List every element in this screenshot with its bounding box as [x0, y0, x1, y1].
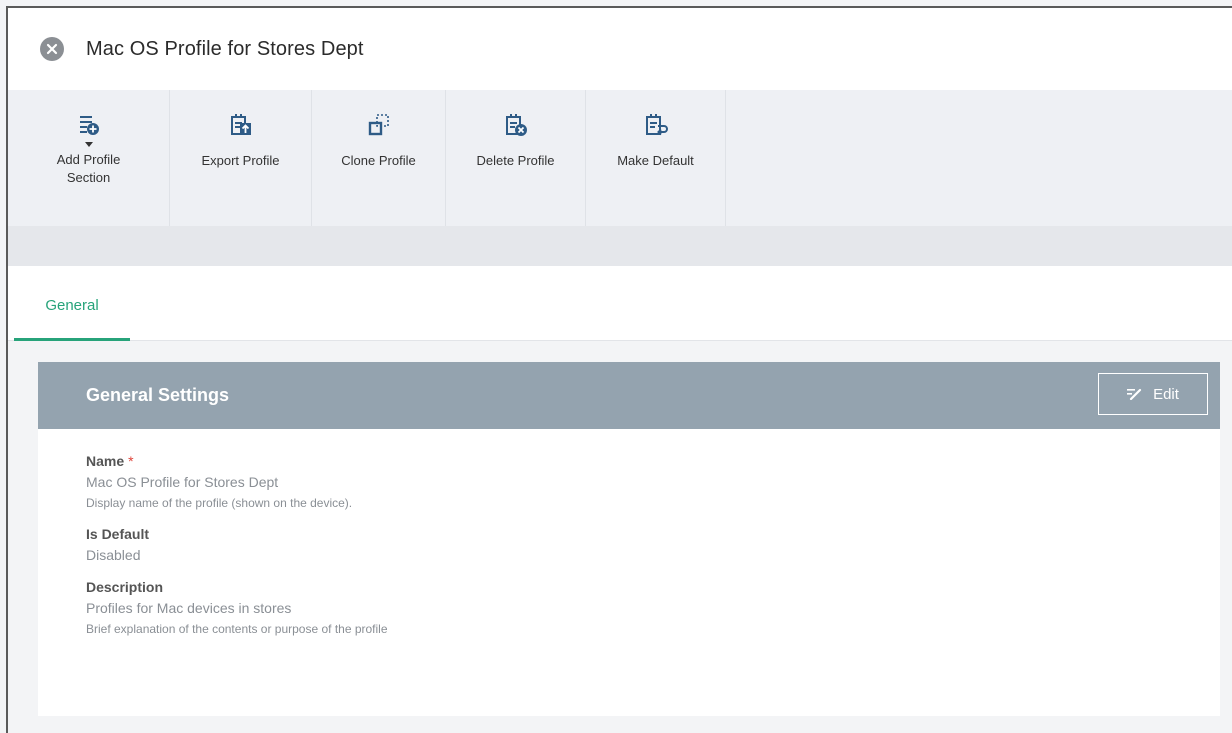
clone-icon — [368, 112, 390, 138]
export-profile-button[interactable]: Export Profile — [170, 90, 312, 226]
settings-fields: Name * Mac OS Profile for Stores Dept Dis… — [38, 429, 1220, 638]
description-field: Description Profiles for Mac devices in … — [86, 579, 1220, 638]
toolbar-button-label: Export Profile — [201, 153, 280, 168]
toolbar-button-label: Clone Profile — [341, 153, 416, 168]
toolbar-button-label: Delete Profile — [476, 153, 555, 168]
toolbar-button-label: Make Default — [617, 153, 694, 168]
delete-profile-button[interactable]: Delete Profile — [446, 90, 586, 226]
tab-label: General — [45, 296, 99, 314]
name-hint: Display name of the profile (shown on th… — [86, 496, 353, 510]
name-label: Name — [86, 453, 125, 469]
is-default-label: Is Default — [86, 526, 150, 542]
close-icon[interactable] — [40, 37, 64, 61]
chevron-down-icon — [84, 142, 93, 147]
pencil-icon — [1127, 388, 1142, 400]
edit-button[interactable]: Edit — [1098, 373, 1208, 415]
make-default-button[interactable]: Make Default — [586, 90, 726, 226]
is-default-field: Is Default Disabled — [86, 526, 1220, 565]
tab-bar: General — [8, 266, 1232, 341]
toolbar: Add Profile Section Export Profile Clone… — [8, 90, 1232, 226]
add-section-icon — [78, 112, 100, 138]
tab-general[interactable]: General — [14, 266, 130, 341]
description-hint: Brief explanation of the contents or pur… — [86, 622, 388, 636]
active-tab-indicator — [14, 338, 130, 341]
make-default-icon — [644, 112, 668, 138]
export-icon — [229, 112, 253, 138]
description-label: Description — [86, 579, 164, 595]
edit-button-label: Edit — [1153, 385, 1179, 403]
add-profile-section-button[interactable]: Add Profile Section — [8, 90, 170, 226]
page-title: Mac OS Profile for Stores Dept — [86, 37, 364, 60]
title-bar: Mac OS Profile for Stores Dept — [8, 8, 1232, 90]
clone-profile-button[interactable]: Clone Profile — [312, 90, 446, 226]
delete-icon — [504, 112, 528, 138]
profile-window: Mac OS Profile for Stores Dept Add Profi… — [6, 6, 1232, 733]
field-label: Name * — [86, 453, 1220, 469]
panel-title: General Settings — [86, 385, 230, 405]
toolbar-button-label: Add Profile Section — [56, 152, 121, 185]
required-marker: * — [128, 453, 134, 469]
panel-header: General Settings Edit — [38, 362, 1220, 429]
toolbar-separator — [8, 226, 1232, 266]
is-default-value: Disabled — [86, 547, 141, 563]
general-settings-panel: General Settings Edit Name * Mac OS Profi… — [38, 362, 1220, 716]
name-value: Mac OS Profile for Stores Dept — [86, 474, 279, 490]
description-value: Profiles for Mac devices in stores — [86, 600, 292, 616]
name-field: Name * Mac OS Profile for Stores Dept Dis… — [86, 453, 1220, 512]
